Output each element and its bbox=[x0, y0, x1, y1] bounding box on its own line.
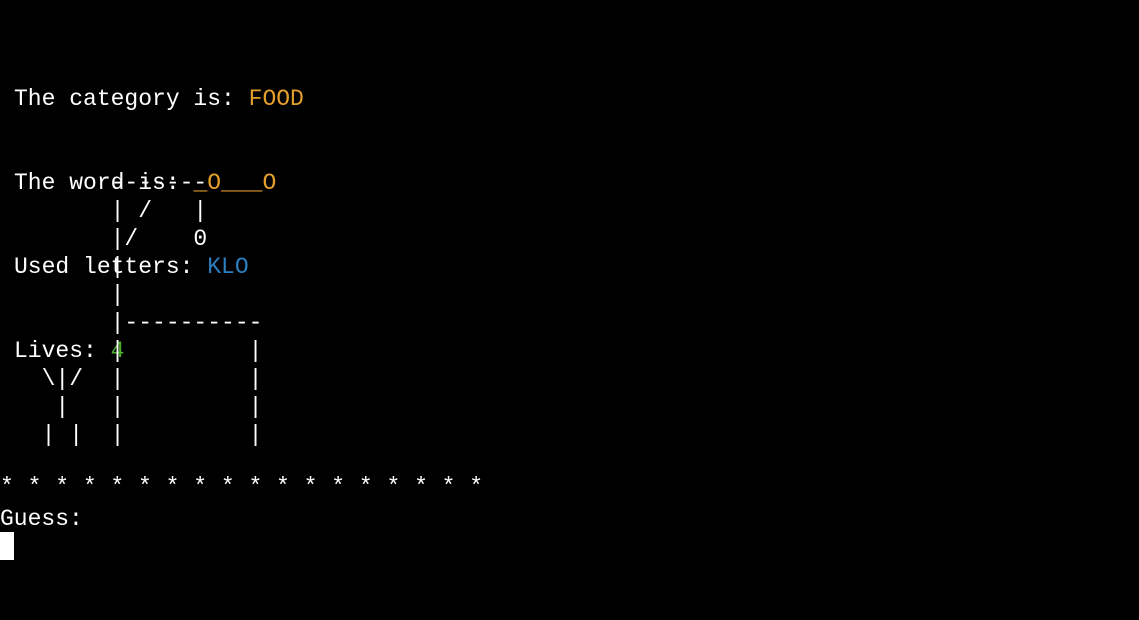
hangman-gallows-art: ------- | / | |/ 0 | | |---------- | | \… bbox=[41, 170, 263, 448]
divider-line: * * * * * * * * * * * * * * * * * * bbox=[0, 474, 484, 500]
category-value: FOOD bbox=[248, 86, 304, 112]
terminal-window: The category is: FOOD The word is: _O___… bbox=[0, 0, 1139, 620]
category-line: The category is: FOOD bbox=[14, 85, 304, 113]
guess-prompt: Guess: bbox=[0, 506, 83, 532]
category-label: The category is: bbox=[14, 86, 249, 112]
input-cursor[interactable] bbox=[0, 532, 14, 560]
